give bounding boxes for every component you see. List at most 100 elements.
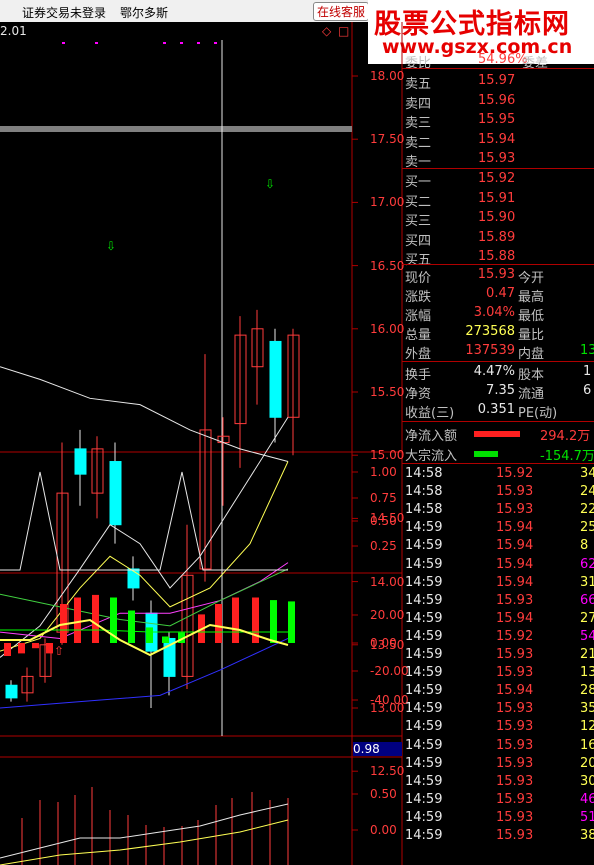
indicator-line <box>0 471 288 571</box>
tick-volume: 35 <box>580 701 594 717</box>
fundamental-value-2: 6 <box>583 383 592 398</box>
macd-bar <box>92 594 99 643</box>
fundamental-label: 净资 <box>405 387 432 402</box>
chart-header-value: 2.01 <box>0 24 27 38</box>
flow-bar <box>474 431 520 437</box>
tick-time: 14:59 <box>405 828 443 843</box>
order-ratio-value: 54.96% <box>478 52 528 67</box>
flow-label: 净流入额 <box>405 429 458 444</box>
quote-label: 外盘 <box>405 347 432 362</box>
sell-level-price: 15.96 <box>478 92 516 108</box>
volume-ma-yellow <box>0 819 289 865</box>
quote-value: 15.93 <box>477 267 515 282</box>
fundamental-label-2: 流通 <box>518 387 545 402</box>
tick-volume: 62 <box>580 556 594 572</box>
buy-level-price: 15.90 <box>478 210 516 225</box>
tick-price: 15.93 <box>496 502 534 518</box>
tick-price: 15.93 <box>496 647 534 662</box>
tick-volume: 21 <box>580 647 594 662</box>
sell-level-label: 卖四 <box>405 96 432 112</box>
price-tick-label: 15.00 <box>370 448 405 463</box>
tick-time: 14:59 <box>405 647 443 662</box>
ma-line-white <box>0 366 289 463</box>
price-tick-label: 18.00 <box>370 69 405 83</box>
tick-volume: 30 <box>580 773 594 789</box>
tick-price: 15.93 <box>496 791 534 807</box>
tick-price: 15.94 <box>496 538 534 554</box>
tick-volume: 13 <box>580 665 594 681</box>
diamond-icon[interactable]: ◇ <box>322 24 331 38</box>
buy-level-price: 15.92 <box>478 171 516 186</box>
fundamental-label-2: PE(动) <box>518 406 558 421</box>
sell-level-label: 卖五 <box>405 77 432 92</box>
sell-level-price: 15.95 <box>478 112 516 127</box>
quote-label: 总量 <box>405 328 432 343</box>
buy-level-label: 买二 <box>405 194 432 210</box>
tick-time: 14:59 <box>405 665 443 681</box>
price-tick-label: 17.50 <box>370 132 405 147</box>
fundamental-value: 7.35 <box>486 383 515 398</box>
candle-body <box>74 448 87 475</box>
sell-level-price: 15.93 <box>478 151 516 166</box>
macd-bar <box>18 643 25 654</box>
indicator-tick-label: 0.50 <box>370 514 397 528</box>
indicator-tick-label: 0.25 <box>370 539 397 553</box>
price-tick-label: 16.50 <box>370 258 405 273</box>
candle-body <box>109 461 122 526</box>
tick-time: 14:59 <box>405 556 443 572</box>
tick-time: 14:59 <box>405 574 443 590</box>
tick-price: 15.93 <box>496 592 534 608</box>
fundamental-value: 0.351 <box>477 402 515 417</box>
tick-price: 15.94 <box>496 520 534 536</box>
quote-label-2: 最低 <box>518 309 545 324</box>
quote-label-2: 今开 <box>518 271 545 286</box>
flow-label: 大宗流入 <box>405 449 458 464</box>
volume-tick-label: 0.50 <box>370 787 397 801</box>
tick-volume: 66 <box>580 592 594 608</box>
buy-level-label: 买四 <box>405 233 432 249</box>
tick-price: 15.93 <box>496 828 534 843</box>
volume-axis-value: 0.98 <box>353 742 402 756</box>
tick-volume: 54 <box>580 628 594 644</box>
macd-bar <box>215 604 222 643</box>
panel-divider <box>402 264 594 265</box>
macd-bar <box>46 643 53 654</box>
window-icon[interactable]: □ <box>338 24 349 38</box>
tick-time: 14:59 <box>405 701 443 717</box>
panel-divider <box>402 361 594 362</box>
tick-price: 15.93 <box>496 701 534 717</box>
tick-time: 14:58 <box>405 484 443 500</box>
tick-price: 15.93 <box>496 665 534 681</box>
tick-price: 15.94 <box>496 574 534 590</box>
macd-bar <box>288 601 295 643</box>
price-tick-label: 17.00 <box>370 195 405 210</box>
macd-bar <box>232 597 239 643</box>
tick-time: 14:59 <box>405 773 443 789</box>
tick-time: 14:59 <box>405 809 443 825</box>
tick-price: 15.94 <box>496 683 534 699</box>
tick-volume: 20 <box>580 755 594 771</box>
candle-body <box>269 340 282 418</box>
ma-line-magenta <box>0 562 289 639</box>
ma-line-white2 <box>0 417 289 658</box>
tick-price: 15.92 <box>496 466 534 481</box>
candle-body <box>5 684 18 699</box>
tick-time: 14:59 <box>405 719 443 735</box>
sell-level-label: 卖三 <box>405 116 432 131</box>
macd-tick-label: 0.00 <box>370 636 397 650</box>
macd-bar <box>32 643 39 649</box>
fundamental-value-2: 1 <box>583 364 592 379</box>
fundamental-value: 4.47% <box>473 364 515 379</box>
tick-price: 15.93 <box>496 737 534 753</box>
tick-time: 14:59 <box>405 683 443 699</box>
tick-volume: 25 <box>580 520 594 536</box>
tick-time: 14:59 <box>405 538 443 554</box>
tick-price: 15.93 <box>496 773 534 789</box>
tick-time: 14:59 <box>405 592 443 608</box>
sell-level-price: 15.97 <box>478 73 516 88</box>
tick-volume: 31 <box>580 574 594 590</box>
price-tick-label: 14.00 <box>370 574 405 589</box>
panel-divider <box>402 421 594 422</box>
sell-level-label: 卖二 <box>405 135 432 151</box>
indicator-tick-label: 1.00 <box>370 465 397 479</box>
